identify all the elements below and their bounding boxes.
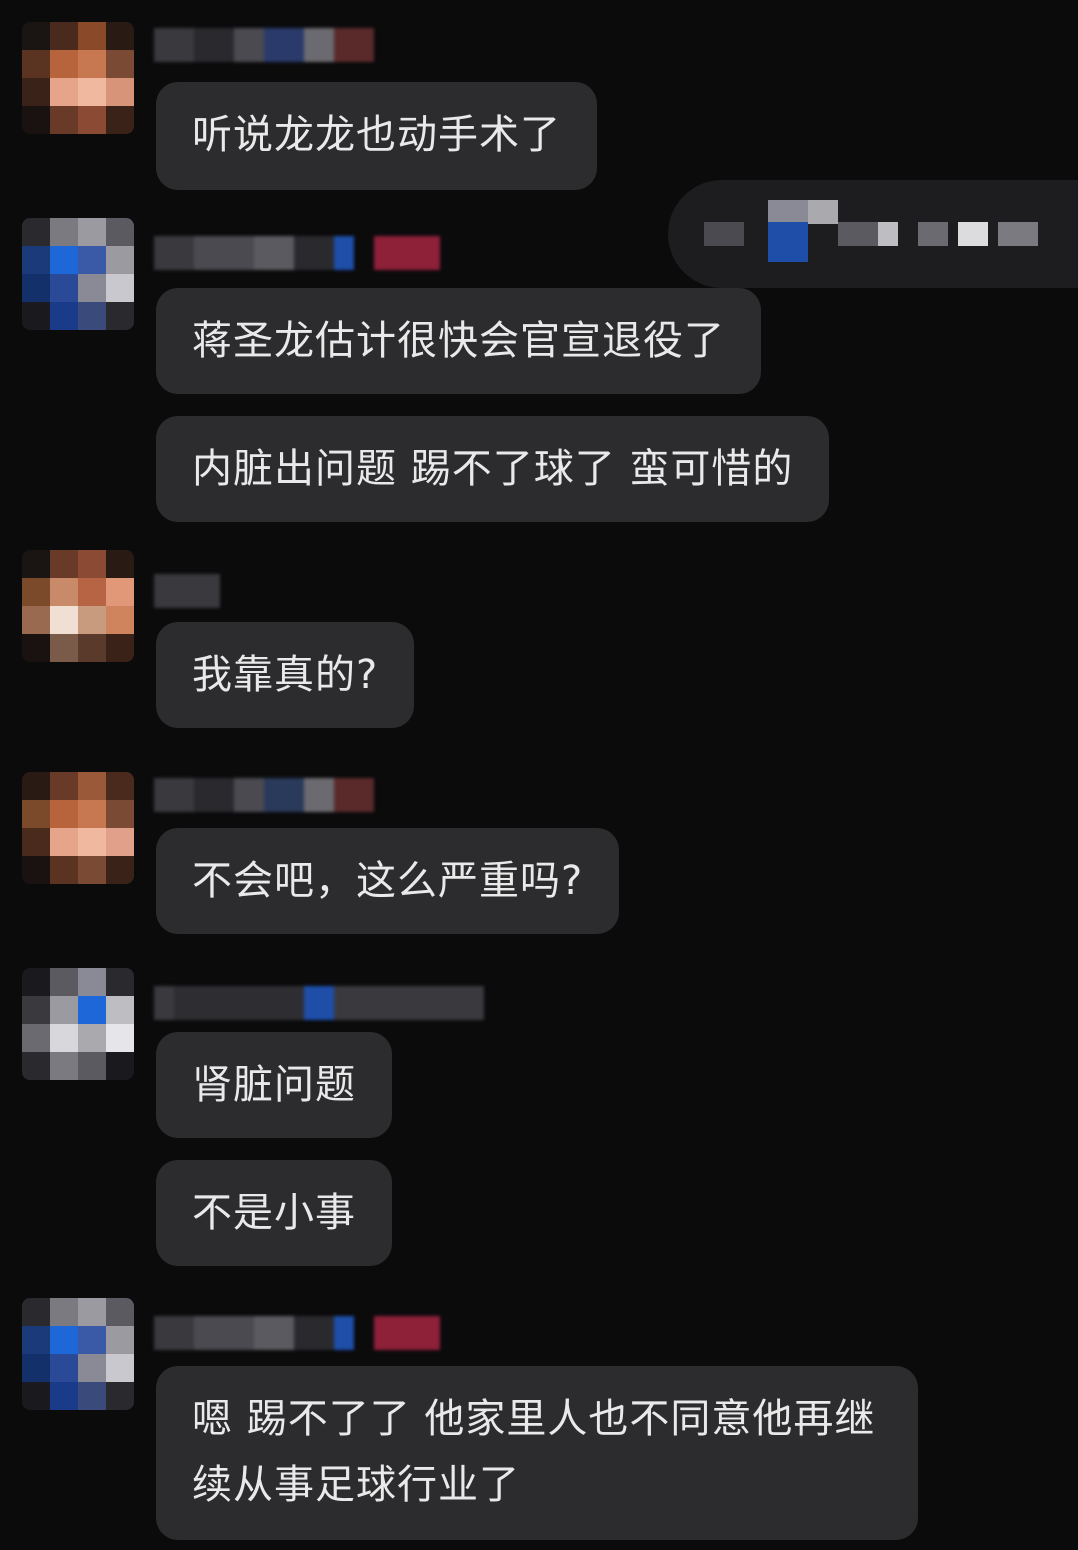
avatar[interactable] — [22, 218, 134, 330]
avatar[interactable] — [22, 22, 134, 134]
sender-name-blurred — [154, 778, 374, 812]
message-text: 不是小事 — [192, 1190, 356, 1236]
sender-name-blurred — [154, 574, 220, 608]
message-bubble[interactable]: 不会吧，这么严重吗? — [156, 828, 620, 934]
message-bubble[interactable]: 我靠真的? — [156, 622, 415, 728]
message-bubble[interactable]: 嗯 踢不了了 他家里人也不同意他再继续从事足球行业了 — [156, 1366, 918, 1540]
avatar[interactable] — [22, 1298, 134, 1410]
sender-name-blurred — [154, 28, 374, 62]
avatar[interactable] — [22, 772, 134, 884]
message-text: 嗯 踢不了了 他家里人也不同意他再继续从事足球行业了 — [192, 1396, 876, 1508]
sender-name-blurred — [154, 986, 484, 1020]
message-text: 内脏出问题 踢不了球了 蛮可惜的 — [192, 446, 794, 492]
message-text: 肾脏问题 — [192, 1062, 356, 1108]
avatar[interactable] — [22, 968, 134, 1080]
message-text: 听说龙龙也动手术了 — [192, 112, 561, 158]
avatar[interactable] — [22, 550, 134, 662]
message-bubble[interactable]: 肾脏问题 — [156, 1032, 392, 1138]
message-bubble[interactable]: 蒋圣龙估计很快会官宣退役了 — [156, 288, 761, 394]
message-text: 不会吧，这么严重吗? — [192, 858, 584, 904]
message-text: 蒋圣龙估计很快会官宣退役了 — [192, 318, 725, 364]
message-text: 我靠真的? — [192, 652, 379, 698]
message-bubble[interactable]: 不是小事 — [156, 1160, 392, 1266]
chat-thread: 听说龙龙也动手术了 蒋圣龙估计很快会官宣退役了 内脏出问题 踢不了球了 蛮可惜的… — [0, 0, 1078, 1550]
sender-name-blurred — [154, 1316, 444, 1350]
message-bubble[interactable]: 听说龙龙也动手术了 — [156, 82, 597, 190]
sender-name-blurred — [154, 236, 444, 270]
notification-toast-blurred[interactable] — [668, 180, 1078, 288]
message-bubble[interactable]: 内脏出问题 踢不了球了 蛮可惜的 — [156, 416, 830, 522]
